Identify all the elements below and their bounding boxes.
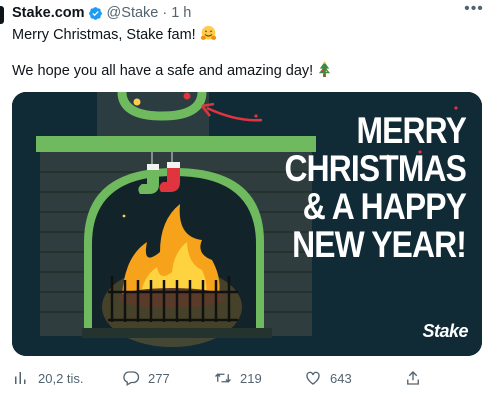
tweet-actions-bar: 20,2 tis. 277 219 643 [12, 366, 482, 390]
headline-line-1: MERRY [356, 110, 467, 151]
tweet-text-2: We hope you all have a safe and amazing … [12, 63, 314, 79]
headline-line-2: CHRISTMAS [284, 148, 467, 189]
tweet-text-line-1: Merry Christmas, Stake fam! [12, 25, 217, 46]
more-icon[interactable]: ••• [464, 1, 484, 18]
tweet-text-1: Merry Christmas, Stake fam! [12, 27, 196, 43]
reply-count: 277 [148, 370, 170, 386]
reply-icon [123, 371, 140, 386]
tweet-media-card[interactable]: MERRY CHRISTMAS & A HAPPY NEW YEAR! Stak… [12, 92, 482, 356]
like-button[interactable]: 643 [304, 369, 404, 387]
views-count: 20,2 tis. [38, 370, 84, 386]
tweet-text-line-2: We hope you all have a safe and amazing … [12, 61, 332, 82]
share-icon [407, 371, 419, 385]
tweet[interactable]: Stake.com @Stake · 1 h ••• Merry Christm… [0, 0, 500, 398]
like-icon [306, 371, 320, 385]
avatar[interactable] [0, 6, 4, 24]
hugging-face-emoji-icon [200, 25, 217, 46]
retweet-count: 219 [240, 370, 262, 386]
retweet-button[interactable]: 219 [214, 369, 304, 387]
separator-dot: · [162, 5, 168, 21]
analytics-icon [15, 372, 26, 384]
reply-button[interactable]: 277 [122, 369, 214, 387]
author-handle[interactable]: @Stake [107, 5, 159, 21]
author-name[interactable]: Stake.com [12, 5, 85, 21]
stake-logo: Stake [422, 321, 468, 341]
headline-line-3: & A HAPPY [302, 186, 467, 227]
views-button[interactable]: 20,2 tis. [12, 369, 122, 387]
headline-line-4: NEW YEAR! [292, 224, 467, 265]
tweet-header: Stake.com @Stake · 1 h [12, 3, 191, 23]
share-button[interactable] [404, 369, 430, 387]
verified-badge-icon [88, 6, 102, 20]
like-count: 643 [330, 370, 352, 386]
timestamp[interactable]: 1 h [171, 5, 191, 21]
retweet-icon [215, 373, 231, 383]
christmas-tree-emoji-icon [317, 61, 332, 82]
card-headline: MERRY CHRISTMAS & A HAPPY NEW YEAR! [284, 110, 467, 265]
